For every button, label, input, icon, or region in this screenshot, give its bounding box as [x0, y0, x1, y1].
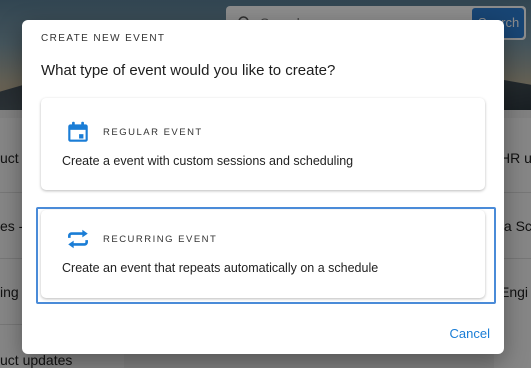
recurring-event-option[interactable]: RECURRING EVENT Create an event that rep… [41, 210, 485, 298]
option-description: Create an event that repeats automatical… [62, 261, 379, 275]
dialog-title: What type of event would you like to cre… [41, 62, 336, 79]
regular-event-option[interactable]: REGULAR EVENT Create a event with custom… [41, 98, 485, 190]
calendar-icon [68, 121, 88, 142]
option-description: Create a event with custom sessions and … [62, 154, 354, 168]
option-label: REGULAR EVENT [103, 127, 203, 138]
cancel-button[interactable]: Cancel [450, 326, 490, 341]
create-event-dialog: CREATE NEW EVENT What type of event woul… [22, 20, 504, 354]
dialog-overline: CREATE NEW EVENT [41, 33, 166, 44]
option-label: RECURRING EVENT [103, 234, 218, 245]
repeat-icon [68, 229, 88, 249]
